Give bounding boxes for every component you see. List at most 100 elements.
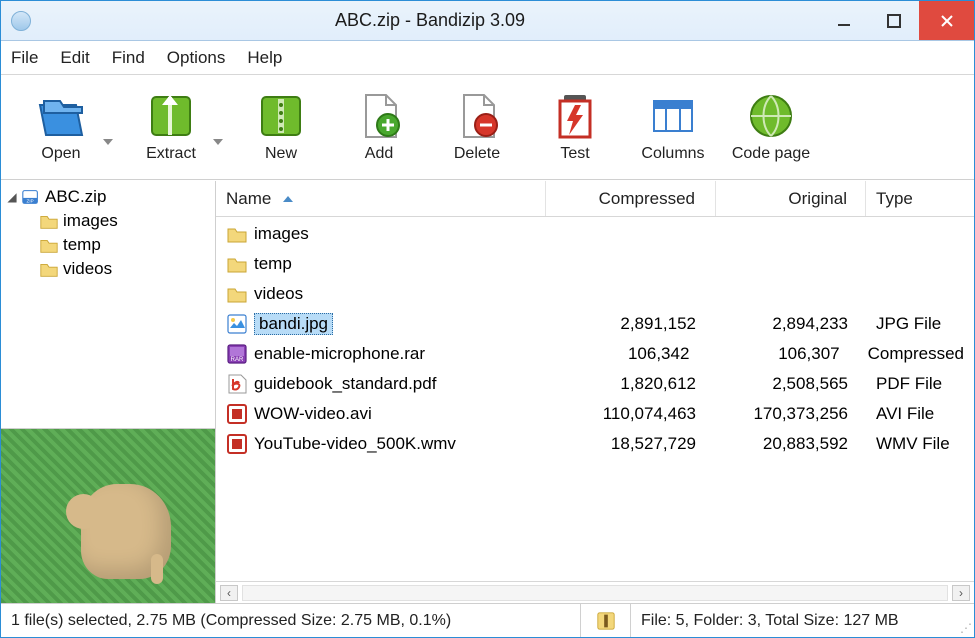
menu-edit[interactable]: Edit xyxy=(60,48,89,68)
folder-icon xyxy=(39,211,59,231)
new-button[interactable]: New xyxy=(241,91,321,163)
file-name: YouTube-video_500K.wmv xyxy=(254,434,456,454)
statusbar: 1 file(s) selected, 2.75 MB (Compressed … xyxy=(1,603,974,637)
delete-icon xyxy=(452,91,502,141)
table-row[interactable]: images xyxy=(216,219,974,249)
file-type: PDF File xyxy=(866,374,974,394)
file-compressed: 2,891,152 xyxy=(546,314,716,334)
file-rows[interactable]: images temp videos bandi.jpg 2,891,1522,894,… xyxy=(216,217,974,581)
file-original: 20,883,592 xyxy=(716,434,866,454)
folder-icon xyxy=(226,223,248,245)
file-name: WOW-video.avi xyxy=(254,404,372,424)
folder-icon xyxy=(39,259,59,279)
tree-item-label: images xyxy=(63,211,118,231)
open-dropdown-icon[interactable] xyxy=(103,139,113,145)
file-type: Compressed xyxy=(858,344,974,364)
scroll-track[interactable] xyxy=(242,585,948,601)
status-right: File: 5, Folder: 3, Total Size: 127 MB xyxy=(631,612,954,630)
horizontal-scrollbar[interactable]: ‹ › xyxy=(216,581,974,603)
main-area: ◢ ABC.zip images temp videos xyxy=(1,180,974,603)
preview-image xyxy=(1,428,215,603)
add-icon xyxy=(354,91,404,141)
extract-button[interactable]: Extract xyxy=(131,91,211,163)
globe-icon xyxy=(746,91,796,141)
tree-item[interactable]: images xyxy=(7,209,209,233)
menu-options[interactable]: Options xyxy=(167,48,226,68)
column-headers: Name Compressed Original Type xyxy=(216,181,974,217)
tree-item-label: videos xyxy=(63,259,112,279)
window-controls xyxy=(819,1,974,40)
table-row[interactable]: YouTube-video_500K.wmv 18,527,72920,883,5… xyxy=(216,429,974,459)
pdf-icon xyxy=(226,373,248,395)
tree-item[interactable]: videos xyxy=(7,257,209,281)
file-original: 2,508,565 xyxy=(716,374,866,394)
test-icon xyxy=(550,91,600,141)
delete-button[interactable]: Delete xyxy=(437,91,517,163)
columns-button[interactable]: Columns xyxy=(633,91,713,163)
collapse-icon[interactable]: ◢ xyxy=(7,190,17,204)
column-name[interactable]: Name xyxy=(216,181,546,216)
zip-icon xyxy=(21,187,41,207)
menu-file[interactable]: File xyxy=(11,48,38,68)
file-name: images xyxy=(254,224,309,244)
menu-find[interactable]: Find xyxy=(112,48,145,68)
tree-root[interactable]: ◢ ABC.zip xyxy=(7,185,209,209)
file-type: WMV File xyxy=(866,434,974,454)
file-name: guidebook_standard.pdf xyxy=(254,374,436,394)
file-name: enable-microphone.rar xyxy=(254,344,425,364)
status-left: 1 file(s) selected, 2.75 MB (Compressed … xyxy=(1,604,581,637)
scroll-left-icon[interactable]: ‹ xyxy=(220,585,238,601)
file-original: 170,373,256 xyxy=(716,404,866,424)
table-row[interactable]: WOW-video.avi110,074,463170,373,256AVI F… xyxy=(216,399,974,429)
extract-icon xyxy=(146,91,196,141)
menu-help[interactable]: Help xyxy=(247,48,282,68)
file-compressed: 106,342 xyxy=(541,344,709,364)
avi-icon xyxy=(226,403,248,425)
open-button[interactable]: Open xyxy=(21,91,101,163)
column-type[interactable]: Type xyxy=(866,181,974,216)
table-row[interactable]: videos xyxy=(216,279,974,309)
columns-icon xyxy=(648,91,698,141)
file-name: bandi.jpg xyxy=(254,313,333,335)
minimize-button[interactable] xyxy=(819,1,869,40)
file-list: Name Compressed Original Type images temp… xyxy=(216,181,974,603)
file-original: 106,307 xyxy=(709,344,857,364)
close-button[interactable] xyxy=(919,1,974,40)
new-archive-icon xyxy=(256,91,306,141)
file-original: 2,894,233 xyxy=(716,314,866,334)
status-archive-icon xyxy=(581,604,631,637)
folder-open-icon xyxy=(36,91,86,141)
column-original[interactable]: Original xyxy=(716,181,866,216)
extract-dropdown-icon[interactable] xyxy=(213,139,223,145)
folder-icon xyxy=(226,253,248,275)
folder-icon xyxy=(39,235,59,255)
file-type: JPG File xyxy=(866,314,974,334)
file-compressed: 18,527,729 xyxy=(546,434,716,454)
toolbar: Open Extract New Add Delete Test xyxy=(1,75,974,180)
file-type: AVI File xyxy=(866,404,974,424)
test-button[interactable]: Test xyxy=(535,91,615,163)
menubar: File Edit Find Options Help xyxy=(1,41,974,75)
codepage-button[interactable]: Code page xyxy=(731,91,811,163)
scroll-right-icon[interactable]: › xyxy=(952,585,970,601)
add-button[interactable]: Add xyxy=(339,91,419,163)
maximize-button[interactable] xyxy=(869,1,919,40)
tree-item[interactable]: temp xyxy=(7,233,209,257)
resize-grip[interactable]: ⋰ xyxy=(954,604,974,637)
table-row[interactable]: bandi.jpg 2,891,1522,894,233JPG File xyxy=(216,309,974,339)
folder-tree[interactable]: ◢ ABC.zip images temp videos xyxy=(1,181,215,285)
wmv-icon xyxy=(226,433,248,455)
table-row[interactable]: temp xyxy=(216,249,974,279)
file-compressed: 1,820,612 xyxy=(546,374,716,394)
column-compressed[interactable]: Compressed xyxy=(546,181,716,216)
tree-root-label: ABC.zip xyxy=(45,187,106,207)
app-icon xyxy=(11,11,31,31)
file-name: temp xyxy=(254,254,292,274)
window-title: ABC.zip - Bandizip 3.09 xyxy=(41,10,819,31)
rar-icon xyxy=(226,343,248,365)
app-window: ABC.zip - Bandizip 3.09 File Edit Find O… xyxy=(0,0,975,638)
table-row[interactable]: guidebook_standard.pdf 1,820,6122,508,565… xyxy=(216,369,974,399)
folder-icon xyxy=(226,283,248,305)
table-row[interactable]: enable-microphone.rar 106,342106,307Compr… xyxy=(216,339,974,369)
titlebar[interactable]: ABC.zip - Bandizip 3.09 xyxy=(1,1,974,41)
